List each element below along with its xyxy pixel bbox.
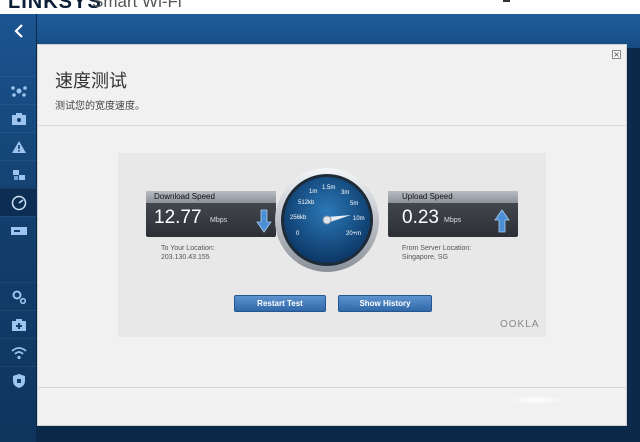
sidebar-item-guest-access[interactable] xyxy=(0,104,37,132)
sidebar-item-troubleshooting[interactable] xyxy=(0,310,37,338)
sidebar-item-wireless[interactable] xyxy=(0,338,37,366)
sidebar-item-speed-test[interactable] xyxy=(0,188,43,216)
download-location-value: 203.130.43.155 xyxy=(161,254,210,261)
gauge-tick-3m: 3m xyxy=(341,190,349,196)
close-button[interactable]: × xyxy=(612,50,621,59)
gauge-hub xyxy=(322,215,332,225)
download-location: To Your Location: 203.130.43.155 xyxy=(161,244,215,262)
header-mark xyxy=(503,0,510,2)
sidebar-item-security[interactable] xyxy=(0,366,37,394)
show-history-button[interactable]: Show History xyxy=(338,295,432,312)
brand-logo: LINKSYS xyxy=(8,0,102,13)
ookla-logo: OOKLA xyxy=(500,319,540,330)
download-speed-box: Download Speed 12.77 Mbps xyxy=(146,191,276,237)
guest-access-icon xyxy=(11,112,26,125)
upload-speed-label: Upload Speed xyxy=(402,192,453,201)
upload-location: From Server Location: Singapore, SG xyxy=(402,244,471,262)
screen-glare xyxy=(508,395,568,405)
back-button[interactable] xyxy=(0,14,37,48)
parental-controls-icon xyxy=(11,140,26,153)
upload-speed-unit: Mbps xyxy=(444,217,462,224)
shield-icon xyxy=(12,373,25,388)
gauge-tick-20m: 20+m xyxy=(346,231,361,237)
sidebar-item-media-prioritization[interactable] xyxy=(0,160,37,188)
download-location-label: To Your Location: xyxy=(161,245,215,252)
sidebar-item-connectivity[interactable] xyxy=(0,282,37,310)
upload-location-label: From Server Location: xyxy=(402,245,472,252)
download-speed-header: Download Speed xyxy=(146,191,276,203)
gauge-tick-512kb: 512kb xyxy=(298,200,315,206)
sidebar-item-network-map[interactable] xyxy=(0,76,37,104)
page-subtitle: 测试您的宽度速度。 xyxy=(55,101,145,112)
speedometer-gauge: 0 256kb 512kb 1m 1.5m 3m 5m 10m 20+m xyxy=(275,168,379,272)
upload-location-value: Singapore, SG xyxy=(402,254,448,261)
sidebar xyxy=(0,14,43,442)
media-prioritization-icon xyxy=(12,169,25,180)
sidebar-item-external-storage[interactable] xyxy=(0,216,37,244)
speed-test-icon xyxy=(11,195,26,210)
upload-speed-header: Upload Speed xyxy=(388,191,518,203)
product-name: Smart Wi-Fi xyxy=(92,0,182,11)
external-storage-icon xyxy=(10,226,27,235)
restart-test-button[interactable]: Restart Test xyxy=(234,295,326,312)
upload-speed-value: 0.23 xyxy=(402,207,439,228)
download-speed-value: 12.77 xyxy=(154,207,202,228)
download-arrow-icon xyxy=(256,209,272,233)
gauge-tick-10m: 10m xyxy=(353,216,365,222)
gauge-tick-1m: 1m xyxy=(309,189,317,195)
gauge-tick-1-5m: 1.5m xyxy=(322,185,335,191)
upload-arrow-icon xyxy=(494,209,510,233)
gauge-tick-256kb: 256kb xyxy=(290,215,307,221)
sidebar-item-parental-controls[interactable] xyxy=(0,132,37,160)
speed-test-panel: × 速度测试 测试您的宽度速度。 Download Speed 12.77 Mb… xyxy=(37,44,627,426)
wireless-icon xyxy=(10,346,27,359)
download-speed-label: Download Speed xyxy=(154,192,215,201)
app-header: LINKSYS Smart Wi-Fi xyxy=(0,0,640,14)
chevron-left-icon xyxy=(13,24,23,38)
divider xyxy=(38,125,626,126)
page-header-bar xyxy=(0,14,640,48)
gauge-tick-5m: 5m xyxy=(350,201,358,207)
footer-divider xyxy=(38,387,626,388)
connectivity-icon xyxy=(12,290,26,304)
upload-speed-box: Upload Speed 0.23 Mbps xyxy=(388,191,518,237)
download-speed-unit: Mbps xyxy=(210,217,228,224)
troubleshooting-icon xyxy=(11,318,26,331)
page-title: 速度测试 xyxy=(55,71,127,92)
network-map-icon xyxy=(10,85,27,97)
